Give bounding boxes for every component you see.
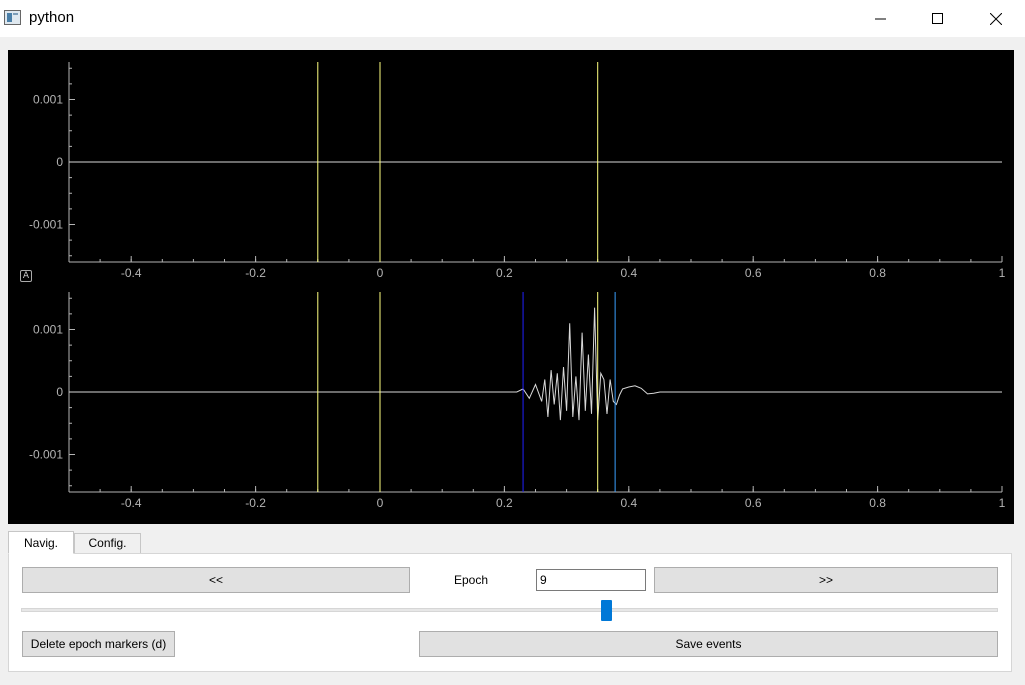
x-tick-label: 0.4 xyxy=(620,496,637,510)
plot-1[interactable]: 0.001 0 -0.001 -0.4 -0.2 0 0.2 0.4 0.6 0.8 1 xyxy=(29,62,1006,280)
x-tick-label: 1 xyxy=(999,496,1006,510)
x-tick-label: 0.4 xyxy=(620,266,637,280)
next-epoch-button[interactable]: >> xyxy=(654,567,998,593)
x-tick-label: 1 xyxy=(999,266,1006,280)
minimize-icon xyxy=(875,18,886,19)
signal-plots[interactable]: 0.0010-0.001-0.4 -0.2 0 0.2 0.4 0.6 0.8 10.0010… xyxy=(8,50,1014,524)
y-tick-label: 0 xyxy=(56,385,63,399)
x-tick-label: 0.6 xyxy=(745,266,762,280)
maximize-icon xyxy=(932,12,943,24)
epoch-input[interactable]: 9 xyxy=(536,569,646,591)
close-button[interactable] xyxy=(967,0,1025,37)
x-tick-label: 0.2 xyxy=(496,266,513,280)
close-icon xyxy=(990,12,1002,25)
auto-range-button[interactable]: A xyxy=(20,270,32,282)
window-title: python xyxy=(29,9,75,26)
signal-line xyxy=(69,307,1002,421)
plot-area[interactable]: 0.001 0 -0.001 -0.4 -0.2 0 0.2 0.4 0.6 0.8 1 0.001 0… xyxy=(8,50,1014,524)
y-tick-label: -0.001 xyxy=(29,218,63,232)
prev-epoch-button[interactable]: << xyxy=(22,567,410,593)
tab-navig[interactable]: Navig. xyxy=(8,531,74,554)
x-tick-label: 0.2 xyxy=(496,496,513,510)
delete-epoch-markers-button[interactable]: Delete epoch markers (d) xyxy=(22,631,175,657)
tab-config[interactable]: Config. xyxy=(74,533,141,554)
y-tick-label: 0 xyxy=(56,155,63,169)
x-tick-label: 0 xyxy=(377,496,384,510)
x-tick-label: -0.2 xyxy=(245,266,266,280)
minimize-button[interactable] xyxy=(852,0,910,37)
save-events-button[interactable]: Save events xyxy=(419,631,998,657)
x-tick-label: 0.6 xyxy=(745,496,762,510)
x-tick-label: -0.2 xyxy=(245,496,266,510)
y-tick-label: -0.001 xyxy=(29,448,63,462)
epoch-slider-handle[interactable] xyxy=(600,600,612,621)
x-tick-label: -0.4 xyxy=(121,496,142,510)
plot-2[interactable]: 0.001 0 -0.001 -0.4 -0.2 0 0.2 0.4 0.6 0.8 1 xyxy=(29,292,1006,510)
title-bar: python xyxy=(0,0,1025,37)
x-tick-label: 0 xyxy=(377,266,384,280)
x-tick-label: -0.4 xyxy=(121,266,142,280)
python-app-icon xyxy=(4,10,21,25)
epoch-label: Epoch xyxy=(454,573,489,587)
epoch-slider-track[interactable] xyxy=(21,608,998,612)
y-tick-label: 0.001 xyxy=(33,323,63,337)
maximize-button[interactable] xyxy=(909,0,967,37)
x-tick-label: 0.8 xyxy=(869,266,886,280)
x-tick-label: 0.8 xyxy=(869,496,886,510)
y-tick-label: 0.001 xyxy=(33,93,63,107)
